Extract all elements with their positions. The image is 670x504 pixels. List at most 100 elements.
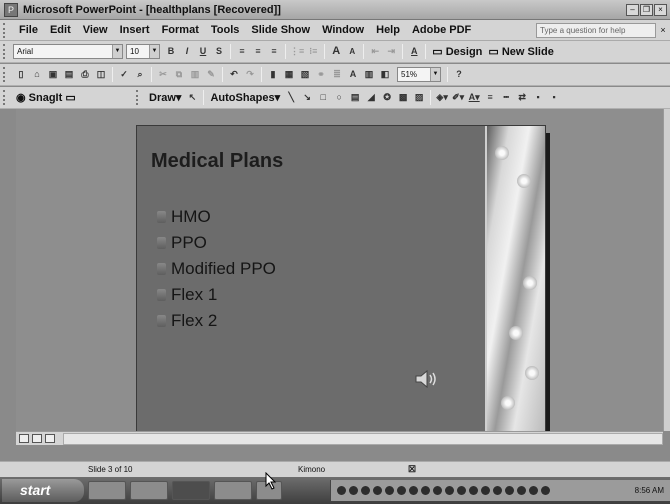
save-icon[interactable]: ▣ [46, 67, 60, 82]
menu-format[interactable]: Format [156, 24, 205, 36]
font-color-draw-icon[interactable]: A▾ [467, 90, 481, 105]
insert-table-icon[interactable]: ▦ [282, 67, 296, 82]
show-formatting-icon[interactable]: A [346, 67, 360, 82]
menu-edit[interactable]: Edit [44, 24, 77, 36]
horizontal-scrollbar[interactable] [63, 432, 663, 445]
menu-help[interactable]: Help [370, 24, 406, 36]
print-icon[interactable]: ⎙ [78, 67, 92, 82]
cut-icon[interactable]: ✂ [156, 67, 170, 82]
clipart-icon[interactable]: ▩ [396, 90, 410, 105]
redo-icon[interactable]: ↷ [243, 67, 257, 82]
menu-file[interactable]: File [13, 24, 44, 36]
tray-icon[interactable] [481, 486, 490, 495]
tray-icon[interactable] [397, 486, 406, 495]
ask-question-input[interactable]: Type a question for help [536, 22, 656, 38]
expand-all-icon[interactable]: ≣ [330, 67, 344, 82]
format-painter-icon[interactable]: ✎ [204, 67, 218, 82]
toolbar-grip[interactable] [3, 67, 9, 82]
tray-icon[interactable] [421, 486, 430, 495]
draw-menu-button[interactable]: Draw▾ [146, 91, 184, 104]
open-folder-icon[interactable]: ⌂ [30, 67, 44, 82]
speaker-icon[interactable] [413, 368, 441, 390]
paste-icon[interactable]: ▥ [188, 67, 202, 82]
menu-tools[interactable]: Tools [205, 24, 246, 36]
line-color-icon[interactable]: ✐▾ [451, 90, 465, 105]
3d-style-icon[interactable]: ▪ [547, 90, 561, 105]
tray-icon[interactable] [457, 486, 466, 495]
tray-icon[interactable] [349, 486, 358, 495]
color-grayscale-icon[interactable]: ◧ [378, 67, 392, 82]
select-objects-icon[interactable]: ↖ [185, 90, 199, 105]
shadow-button[interactable]: S [212, 44, 226, 59]
align-center-icon[interactable]: ≡ [251, 44, 265, 59]
menu-view[interactable]: View [77, 24, 114, 36]
taskbar-item[interactable] [130, 481, 168, 500]
snagit-button[interactable]: ◉ SnagIt ▭ [13, 91, 133, 104]
insert-chart-icon[interactable]: ▮ [266, 67, 280, 82]
line-style-icon[interactable]: ≡ [483, 90, 497, 105]
list-item[interactable]: PPO [157, 230, 276, 256]
minimize-button[interactable]: – [626, 3, 639, 16]
slide-sorter-view-icon[interactable] [32, 434, 42, 443]
tray-icon[interactable] [517, 486, 526, 495]
arrow-style-icon[interactable]: ⇄ [515, 90, 529, 105]
decrease-indent-icon[interactable]: ⇤ [368, 44, 382, 59]
close-document-icon[interactable]: × [656, 25, 670, 35]
normal-view-icon[interactable] [19, 434, 29, 443]
tray-icon[interactable] [361, 486, 370, 495]
print-preview-icon[interactable]: ◫ [94, 67, 108, 82]
italic-button[interactable]: I [180, 44, 194, 59]
picture-icon[interactable]: ▨ [412, 90, 426, 105]
menu-window[interactable]: Window [316, 24, 370, 36]
list-item[interactable]: Modified PPO [157, 256, 276, 282]
slide-title[interactable]: Medical Plans [151, 150, 283, 173]
close-button[interactable]: × [654, 3, 667, 16]
zoom-select[interactable]: 51% ▼ [397, 67, 441, 82]
tray-icon[interactable] [445, 486, 454, 495]
toolbar-grip[interactable] [3, 22, 9, 38]
spelling-icon[interactable]: ✓ [117, 67, 131, 82]
align-right-icon[interactable]: ≡ [267, 44, 281, 59]
vertical-scrollbar[interactable] [663, 109, 670, 431]
slide-show-view-icon[interactable] [45, 434, 55, 443]
undo-icon[interactable]: ↶ [227, 67, 241, 82]
taskbar-item[interactable] [172, 481, 210, 500]
design-button[interactable]: ▭ Design [429, 45, 485, 58]
research-icon[interactable]: ⌕ [133, 67, 147, 82]
tray-icon[interactable] [409, 486, 418, 495]
taskbar-item[interactable] [214, 481, 252, 500]
tray-icon[interactable] [373, 486, 382, 495]
bullets-icon[interactable]: ⁝≡ [306, 44, 320, 59]
help-icon[interactable]: ? [452, 67, 466, 82]
oval-icon[interactable]: ○ [332, 90, 346, 105]
start-button[interactable]: start [2, 479, 84, 502]
line-icon[interactable]: ╲ [284, 90, 298, 105]
align-left-icon[interactable]: ≡ [235, 44, 249, 59]
diagram-icon[interactable]: ✪ [380, 90, 394, 105]
new-document-icon[interactable]: ▯ [14, 67, 28, 82]
tray-icon[interactable] [337, 486, 346, 495]
font-size-select[interactable]: 10 ▼ [126, 44, 160, 59]
tray-icon[interactable] [469, 486, 478, 495]
autoshapes-menu-button[interactable]: AutoShapes▾ [207, 91, 283, 104]
fill-color-icon[interactable]: ◈▾ [435, 90, 449, 105]
toolbar-grip[interactable] [3, 44, 9, 59]
tray-icon[interactable] [493, 486, 502, 495]
tray-icon[interactable] [433, 486, 442, 495]
toolbar-grip[interactable] [136, 90, 142, 105]
permission-icon[interactable]: ▤ [62, 67, 76, 82]
powerpoint-icon[interactable]: P [4, 2, 18, 17]
grow-font-button[interactable]: A [329, 44, 343, 59]
insert-hyperlink-icon[interactable]: ⚭ [314, 67, 328, 82]
slide-canvas[interactable]: Medical Plans HMO PPO Modified PPO Flex … [136, 125, 546, 433]
list-item[interactable]: Flex 1 [157, 282, 276, 308]
font-name-select[interactable]: Arial ▼ [13, 44, 123, 59]
menu-slide-show[interactable]: Slide Show [245, 24, 316, 36]
rectangle-icon[interactable]: □ [316, 90, 330, 105]
list-item[interactable]: HMO [157, 204, 276, 230]
chevron-down-icon[interactable]: ▼ [430, 68, 440, 81]
wordart-icon[interactable]: ◢ [364, 90, 378, 105]
arrow-icon[interactable]: ↘ [300, 90, 314, 105]
shadow-style-icon[interactable]: ▪ [531, 90, 545, 105]
tables-borders-icon[interactable]: ▧ [298, 67, 312, 82]
